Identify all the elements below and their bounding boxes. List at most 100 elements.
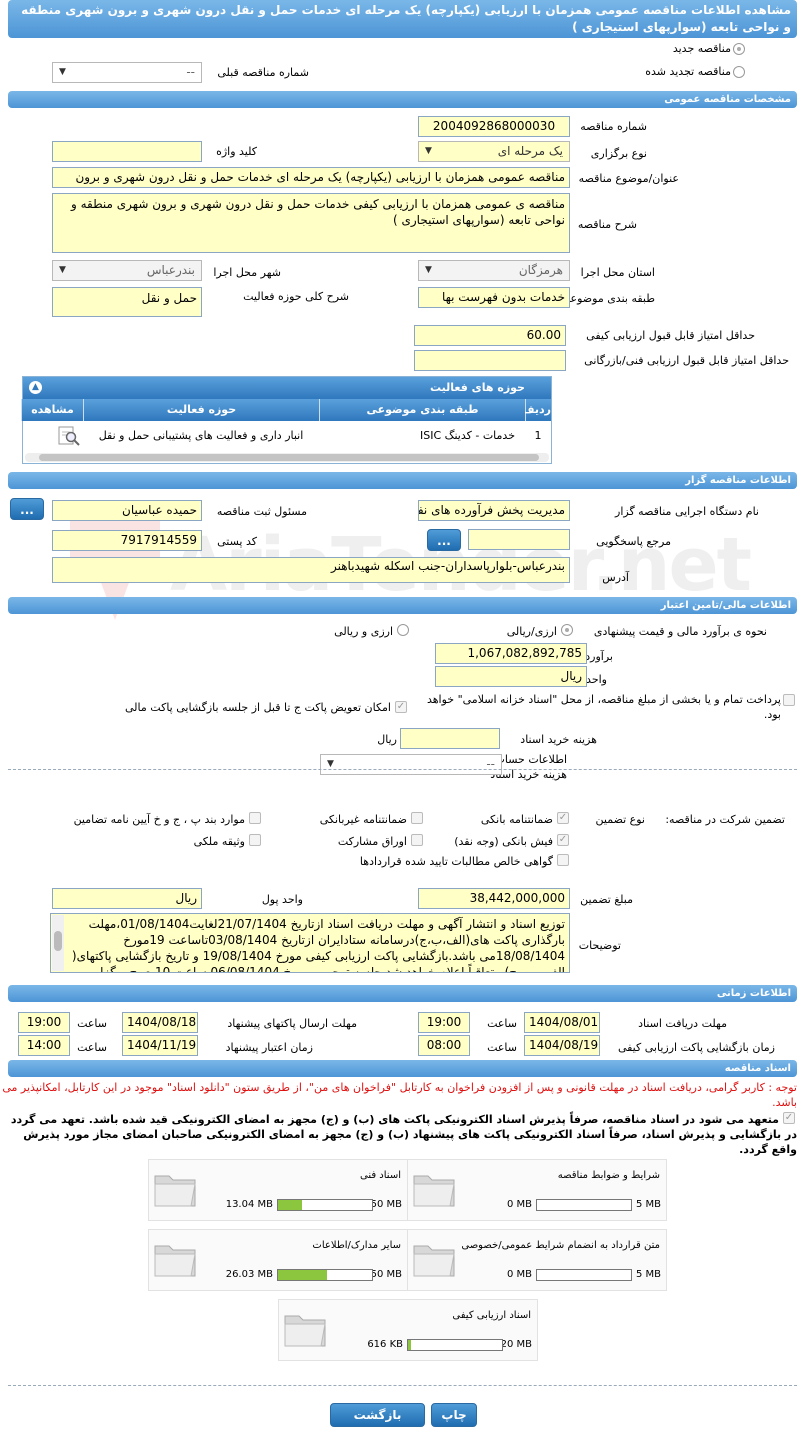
prev-tender-select[interactable]: -- ▼ [52,62,202,83]
bonds-checkbox[interactable] [411,834,423,846]
doc-deadline-hour-label: ساعت [487,1017,517,1030]
guarantee-currency-label: واحد پول [261,893,303,906]
chevron-down-icon: ▼ [59,265,66,275]
opening-date[interactable]: 1404/08/19 [524,1035,600,1056]
property-label: وثیقه ملکی [193,835,245,848]
file-current-size: 0 MB [506,1269,532,1280]
account-select[interactable]: -- ▼ [320,754,502,775]
keyword-field[interactable] [52,141,202,162]
tender-number-field[interactable]: 2004092868000030 [418,116,570,137]
doc-deadline-date[interactable]: 1404/08/01 [524,1012,600,1033]
swap-checkbox[interactable]: ✓ [395,701,407,713]
reference-lookup-button[interactable]: ... [427,529,461,551]
address-field[interactable]: بندرعباس-بلوارپاسداران-جنب اسکله شهیدباه… [52,557,570,583]
notes-scroll-thumb[interactable] [54,931,62,951]
agency-field[interactable]: مدیریت پخش فرآورده های نفتی [418,500,570,521]
renewed-tender-radio[interactable] [733,66,745,78]
collapse-icon[interactable]: ▲ [29,381,42,394]
holding-type-select[interactable]: یک مرحله ای ▼ [418,141,570,162]
footer-divider [8,1385,797,1386]
currency-field[interactable]: ریال [435,666,587,687]
file-progress [277,1269,373,1281]
receivables-checkbox[interactable] [557,854,569,866]
file-progress [407,1339,503,1351]
file-max-size: 5 MB [635,1269,661,1280]
method-both-radio[interactable] [397,624,409,636]
col-index: ردیف [522,399,551,421]
view-search-icon[interactable] [57,425,81,447]
estimate-field[interactable]: 1,067,082,892,785 [435,643,587,664]
min-tech-field[interactable] [414,350,566,371]
description-label: شرح مناقصه [577,218,637,231]
file-name: متن قرارداد به انضمام شرایط عمومی/خصوصی [461,1240,660,1251]
notes-label: توضیحات [578,939,621,952]
file-max-size: 50 MB [370,1269,402,1280]
regulation-items-label: موارد بند پ ، ج و خ آیین نامه تضامین [73,813,245,826]
divider [8,769,797,770]
row-category: خدمات - کدینگ ISIC [419,429,515,442]
file-card-contract[interactable]: متن قرارداد به انضمام شرایط عمومی/خصوصی … [407,1229,667,1291]
activity-desc-field[interactable]: حمل و نقل [52,287,202,317]
new-tender-radio[interactable] [733,43,745,55]
bank-guarantee-checkbox[interactable]: ✓ [557,812,569,824]
file-card-other[interactable]: سایر مدارک/اطلاعات 50 MB 26.03 MB [148,1229,408,1291]
file-card-terms[interactable]: شرایط و ضوابط مناقصه 5 MB 0 MB [407,1159,667,1221]
send-deadline-time[interactable]: 19:00 [18,1012,70,1033]
row-field: انبار داری و فعالیت های پشتیبانی حمل و ن… [98,429,304,442]
validity-hour-label: ساعت [77,1041,107,1054]
opening-label: زمان بازگشایی پاکت ارزیابی کیفی [617,1041,775,1054]
subject-field[interactable]: مناقصه عمومی همزمان با ارزیابی (یکپارچه)… [52,167,570,188]
activity-desc-label: شرح کلی حوزه فعالیت [243,290,349,303]
agency-label: نام دستگاه اجرایی مناقصه گزار [615,505,759,518]
file-card-technical[interactable]: اسناد فنی 50 MB 13.04 MB [148,1159,408,1221]
opening-time[interactable]: 08:00 [418,1035,470,1056]
organizer-header: اطلاعات مناقصه گزار [8,472,797,489]
method-label: نحوه ی برآورد مالی و قیمت پیشنهادی [593,625,767,638]
regulation-items-checkbox[interactable] [249,812,261,824]
guarantee-amount-field[interactable]: 38,442,000,000 [418,888,570,909]
back-button[interactable]: بازگشت [330,1403,425,1427]
validity-time[interactable]: 14:00 [18,1035,70,1056]
guarantee-currency-field[interactable]: ریال [52,888,202,909]
file-card-quality[interactable]: اسناد ارزیابی کیفی 20 MB 616 KB [278,1299,538,1361]
prev-tender-value: -- [186,65,195,79]
responsible-label: مسئول ثبت مناقصه [216,505,307,518]
file-name: اسناد ارزیابی کیفی [452,1310,531,1321]
commit-text: متعهد می شود در اسناد مناقصه، صرفاً پذیر… [10,1113,797,1156]
description-field[interactable]: مناقصه ی عمومی همزمان با ارزیابی کیفی خد… [52,193,570,253]
doc-deadline-time[interactable]: 19:00 [418,1012,470,1033]
send-hour-label: ساعت [77,1017,107,1030]
file-current-size: 26.03 MB [225,1269,273,1280]
table-scrollbar[interactable] [25,453,549,462]
holding-type-label: نوع برگزاری [590,147,647,160]
method-rial-radio[interactable] [561,624,573,636]
min-quality-label: حداقل امتیاز قابل قبول ارزیابی کیفی [586,329,755,342]
category-field[interactable]: خدمات بدون فهرست بها [418,287,570,308]
cash-receipt-checkbox[interactable]: ✓ [557,834,569,846]
city-value: بندرعباس [146,263,195,277]
min-quality-field[interactable]: 60.00 [414,325,566,346]
scrollbar-thumb[interactable] [39,454,539,461]
guarantee-label: تضمین شرکت در مناقصه: [665,813,785,826]
agency-lookup-button[interactable]: ... [10,498,44,520]
send-deadline-date[interactable]: 1404/08/18 [122,1012,198,1033]
province-select[interactable]: هرمزگان ▼ [418,260,570,281]
doc-cost-label: هزینه خرید اسناد [520,733,597,746]
treasury-checkbox[interactable] [783,694,795,706]
property-checkbox[interactable] [249,834,261,846]
cash-receipt-label: فیش بانکی (وجه نقد) [454,835,553,848]
doc-cost-field[interactable] [400,728,500,749]
print-button[interactable]: چاپ [431,1403,477,1427]
reference-field[interactable] [468,529,570,550]
new-tender-label: مناقصه جدید [672,42,731,55]
validity-date[interactable]: 1404/11/19 [122,1035,198,1056]
postal-code-field[interactable]: 7917914559 [52,530,202,551]
nonbank-guarantee-checkbox[interactable] [411,812,423,824]
address-label: آدرس [602,571,629,584]
notes-scrollbar[interactable] [52,915,64,971]
notes-field[interactable]: توزیع اسناد و انتشار آگهی و مهلت دریافت … [50,913,570,973]
responsible-field[interactable]: حمیده عباسیان [52,500,202,521]
opening-hour-label: ساعت [487,1041,517,1054]
city-select[interactable]: بندرعباس ▼ [52,260,202,281]
activities-table: حوزه های فعالیت ▲ ردیف طبقه بندی موضوعی … [21,376,552,464]
